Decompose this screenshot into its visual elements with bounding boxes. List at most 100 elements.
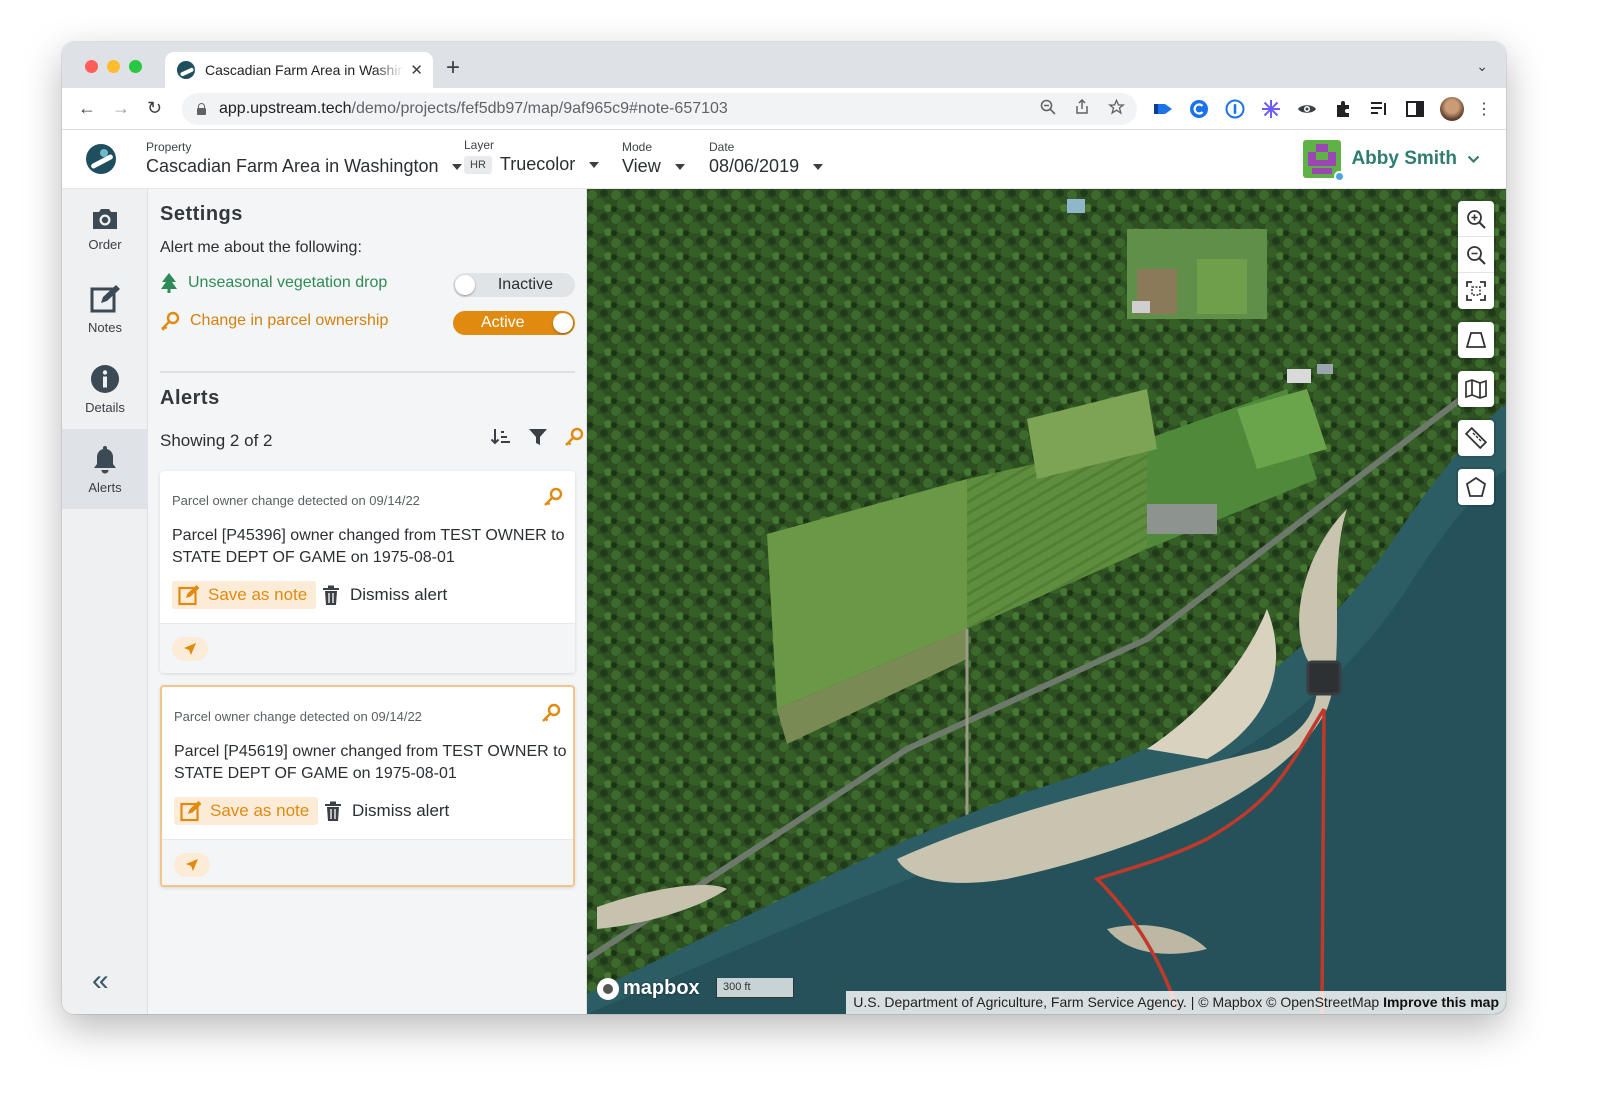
favicon-icon xyxy=(177,61,195,79)
extension-blue-icon[interactable] xyxy=(1152,98,1174,120)
reading-list-icon[interactable] xyxy=(1368,98,1390,120)
browser-menu-icon[interactable]: ⋮ xyxy=(1476,98,1492,120)
zoom-icon[interactable] xyxy=(1040,99,1056,115)
settings-title: Settings xyxy=(160,203,243,225)
share-icon[interactable] xyxy=(1074,99,1090,115)
satellite-imagery[interactable] xyxy=(587,189,1506,1014)
zoom-in-button[interactable] xyxy=(1458,201,1494,237)
camera-icon xyxy=(93,208,117,229)
rail-item-order[interactable]: Order xyxy=(62,189,148,269)
zoom-in-icon xyxy=(1467,209,1486,229)
forward-button[interactable]: → xyxy=(112,98,130,118)
extension-c-icon[interactable] xyxy=(1188,98,1210,120)
extension-sparkle-icon[interactable] xyxy=(1260,98,1282,120)
url-path: /demo/projects/fef5db97/map/9af965c9#not… xyxy=(351,100,728,117)
save-as-note-label: Save as note xyxy=(210,801,310,820)
dismiss-alert-button[interactable]: Dismiss alert xyxy=(322,581,447,609)
locate-on-map-button[interactable] xyxy=(172,637,208,661)
layer-value: Truecolor xyxy=(499,154,576,174)
property-selector[interactable]: Property Cascadian Farm Area in Washingt… xyxy=(146,140,463,177)
perspective-button[interactable] xyxy=(1458,322,1494,358)
date-caption: Date xyxy=(709,140,735,154)
toggle-state-active: Active xyxy=(481,314,525,331)
ownership-toggle[interactable]: Active xyxy=(453,311,575,335)
collapse-sidebar-button[interactable]: « xyxy=(92,964,109,998)
save-as-note-label: Save as note xyxy=(208,585,308,604)
tab-search-chevron-icon[interactable]: ⌄ xyxy=(1476,58,1488,75)
dismiss-alert-button[interactable]: Dismiss alert xyxy=(324,797,449,825)
zoom-out-button[interactable] xyxy=(1458,237,1494,273)
trash-icon xyxy=(325,801,341,821)
tab-title: Cascadian Farm Area in Washington xyxy=(205,62,405,78)
side-panel-icon[interactable] xyxy=(1404,98,1426,120)
improve-map-link[interactable]: Improve this map xyxy=(1383,994,1499,1010)
minimize-window-button[interactable] xyxy=(107,60,120,73)
url-text: app.upstream.tech/demo/projects/fef5db97… xyxy=(219,100,728,118)
alert-card-selected[interactable]: Parcel owner change detected on 09/14/22… xyxy=(160,685,575,887)
close-window-button[interactable] xyxy=(85,60,98,73)
rail-item-details[interactable]: Details xyxy=(62,349,148,429)
basemap-button[interactable] xyxy=(1458,371,1494,407)
fit-bounds-button[interactable] xyxy=(1458,273,1494,309)
date-value: 08/06/2019 xyxy=(709,156,800,176)
rail-label-notes: Notes xyxy=(88,319,122,335)
sort-icon[interactable] xyxy=(490,427,512,447)
browser-window: Cascadian Farm Area in Washington ✕ + ⌄ … xyxy=(62,42,1506,1014)
filter-icon[interactable] xyxy=(528,428,548,446)
rule-label-vegetation: Unseasonal vegetation drop xyxy=(188,274,388,291)
app-header: Property Cascadian Farm Area in Washingt… xyxy=(62,130,1506,189)
key-icon xyxy=(541,703,561,728)
address-bar[interactable]: app.upstream.tech/demo/projects/fef5db97… xyxy=(182,93,1137,125)
bookmark-star-icon[interactable] xyxy=(1108,99,1125,115)
bell-icon xyxy=(94,445,116,473)
browser-tab[interactable]: Cascadian Farm Area in Washington ✕ xyxy=(165,52,433,88)
satellite-map[interactable]: mapbox 300 ft U.S. Department of Agricul… xyxy=(587,189,1506,1014)
rail-item-alerts[interactable]: Alerts xyxy=(62,429,148,509)
mapbox-logo-text: mapbox xyxy=(623,977,700,999)
new-tab-button[interactable]: + xyxy=(446,56,460,80)
navigation-arrow-icon xyxy=(184,643,196,655)
mapbox-logo[interactable]: mapbox xyxy=(597,977,700,1000)
map-icon xyxy=(1465,379,1487,399)
caret-down-icon xyxy=(813,163,824,170)
back-button[interactable]: ← xyxy=(78,98,96,118)
section-divider xyxy=(160,371,575,373)
chevron-down-icon xyxy=(1467,152,1480,167)
password-manager-icon[interactable] xyxy=(1224,98,1246,120)
property-caption: Property xyxy=(146,140,192,154)
key-icon xyxy=(543,487,563,512)
locate-on-map-button[interactable] xyxy=(174,853,210,877)
left-rail: Order Notes Details Alerts « xyxy=(62,189,148,1014)
mode-caption: Mode xyxy=(622,140,653,154)
map-attribution: U.S. Department of Agriculture, Farm Ser… xyxy=(846,991,1506,1014)
key-filter-icon[interactable] xyxy=(564,427,584,447)
rail-item-notes[interactable]: Notes xyxy=(62,269,148,349)
close-tab-icon[interactable]: ✕ xyxy=(410,61,423,79)
online-status-dot xyxy=(1334,171,1346,182)
alert-body: Parcel [P45396] owner changed from TEST … xyxy=(172,527,565,566)
save-as-note-button[interactable]: Save as note xyxy=(172,581,317,609)
lock-icon[interactable] xyxy=(196,103,207,115)
navigation-arrow-icon xyxy=(186,859,198,871)
date-selector[interactable]: Date 08/06/2019 xyxy=(709,140,824,177)
extensions-puzzle-icon[interactable] xyxy=(1332,98,1354,120)
attribution-text: U.S. Department of Agriculture, Farm Ser… xyxy=(853,994,1380,1010)
layer-selector[interactable]: Layer HR Truecolor xyxy=(464,138,600,175)
eye-icon[interactable] xyxy=(1296,98,1318,120)
vegetation-toggle[interactable]: Inactive xyxy=(453,273,575,297)
alert-meta: Parcel owner change detected on 09/14/22 xyxy=(172,493,420,508)
profile-avatar[interactable] xyxy=(1440,97,1464,121)
alert-card[interactable]: Parcel owner change detected on 09/14/22… xyxy=(160,471,575,673)
reload-button[interactable]: ↻ xyxy=(147,98,162,118)
upstream-logo-icon[interactable] xyxy=(86,144,116,174)
measure-button[interactable] xyxy=(1458,420,1494,456)
save-as-note-button[interactable]: Save as note xyxy=(174,797,319,825)
showing-count: Showing 2 of 2 xyxy=(160,431,273,450)
mode-selector[interactable]: Mode View xyxy=(622,140,685,177)
map-controls xyxy=(1458,201,1494,518)
user-menu[interactable]: Abby Smith xyxy=(1303,140,1480,182)
perspective-icon xyxy=(1466,332,1486,348)
draw-polygon-button[interactable] xyxy=(1458,469,1494,505)
maximize-window-button[interactable] xyxy=(129,60,142,73)
polygon-icon xyxy=(1465,477,1487,497)
